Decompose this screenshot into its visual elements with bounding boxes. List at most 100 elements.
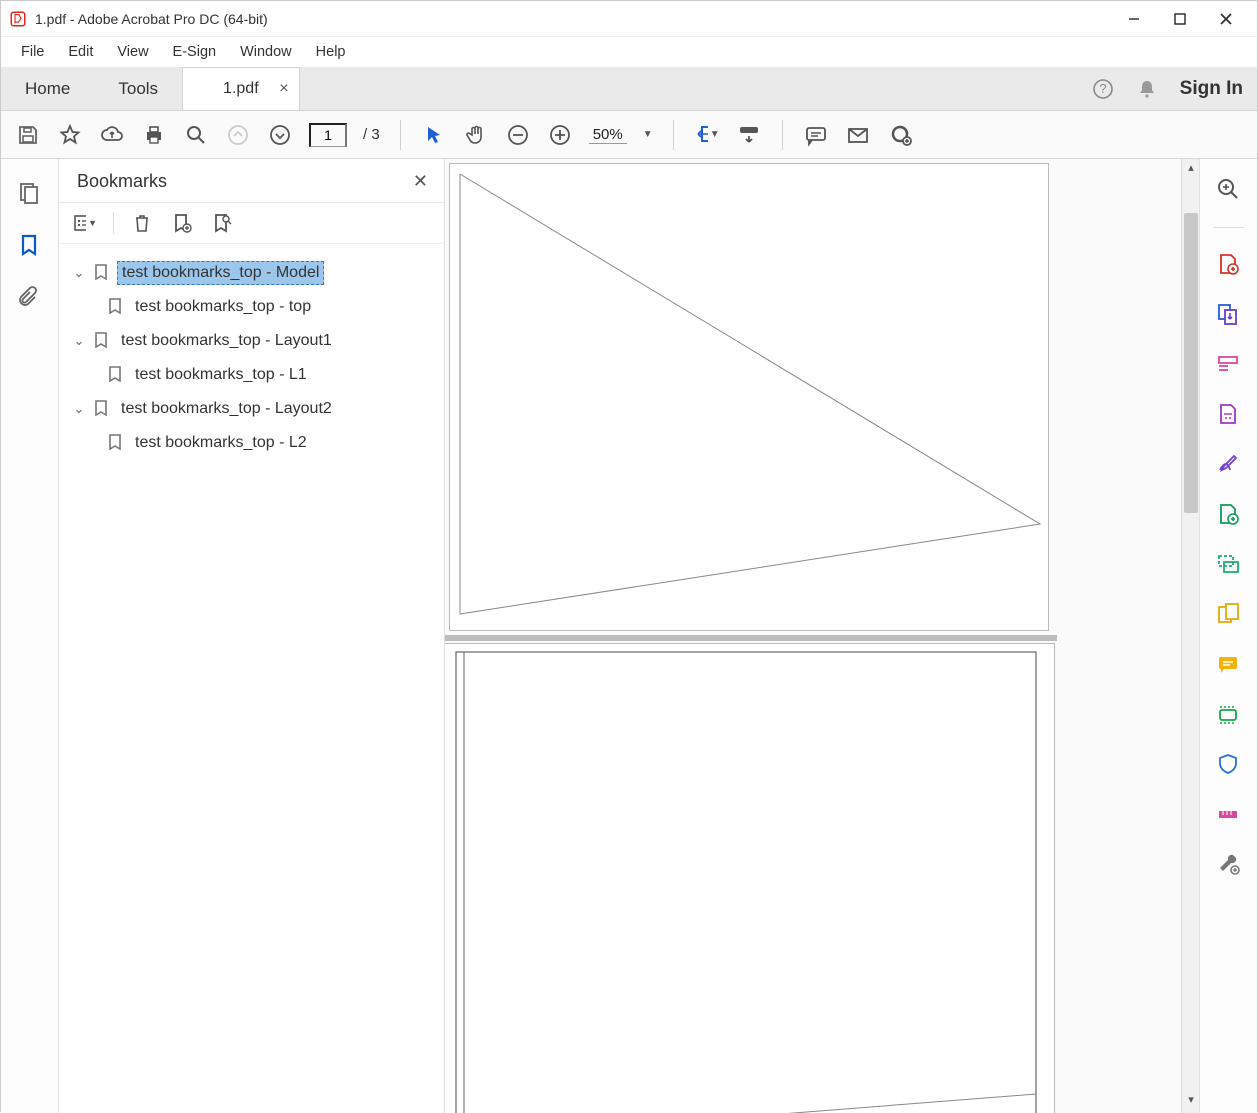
bookmark-icon [107, 434, 125, 452]
select-tool-icon[interactable] [421, 122, 447, 148]
print-icon[interactable] [141, 122, 167, 148]
page-up-icon [225, 122, 251, 148]
page-down-icon[interactable] [267, 122, 293, 148]
chevron-down-icon[interactable]: ⌄ [71, 401, 87, 417]
combine-files-icon[interactable] [1216, 302, 1242, 328]
bookmarks-icon[interactable] [17, 233, 43, 259]
bookmarks-toolbar: ▼ [59, 203, 444, 244]
bookmarks-tree: ⌄ test bookmarks_top - Model test bookma… [59, 244, 444, 472]
chevron-down-icon[interactable]: ⌄ [71, 265, 87, 281]
tab-close-icon[interactable]: × [279, 80, 288, 98]
page-number-input[interactable] [309, 123, 347, 147]
menu-view[interactable]: View [107, 40, 158, 64]
menu-file[interactable]: File [11, 40, 54, 64]
edit-pdf-icon[interactable] [1216, 352, 1242, 378]
fit-width-icon[interactable]: ▼ [694, 122, 720, 148]
chevron-down-icon[interactable]: ⌄ [71, 333, 87, 349]
zoom-in-icon[interactable] [547, 122, 573, 148]
send-comments-icon[interactable] [1216, 552, 1242, 578]
protect-icon[interactable] [1216, 752, 1242, 778]
bookmark-item[interactable]: ⌄ test bookmarks_top - Layout2 [67, 392, 436, 426]
delete-bookmark-icon[interactable] [130, 211, 154, 235]
menu-edit[interactable]: Edit [58, 40, 103, 64]
bookmark-icon [93, 332, 111, 350]
menu-bar: File Edit View E-Sign Window Help [1, 37, 1257, 67]
measure-icon[interactable] [1216, 802, 1242, 828]
scroll-down-icon[interactable]: ▾ [1182, 1093, 1199, 1111]
bookmark-label[interactable]: test bookmarks_top - L2 [131, 432, 311, 454]
bookmark-item[interactable]: test bookmarks_top - L1 [67, 358, 436, 392]
bookmark-item[interactable]: test bookmarks_top - L2 [67, 426, 436, 460]
bookmark-icon [93, 264, 111, 282]
tools-rail [1199, 159, 1257, 1113]
help-icon[interactable]: ? [1092, 78, 1114, 100]
scan-ocr-icon[interactable] [1216, 702, 1242, 728]
zoom-dropdown-icon[interactable]: ▼ [643, 129, 653, 140]
zoom-out-icon[interactable] [505, 122, 531, 148]
bookmark-icon [107, 366, 125, 384]
hand-tool-icon[interactable] [463, 122, 489, 148]
bell-icon[interactable] [1136, 78, 1158, 100]
find-icon[interactable] [183, 122, 209, 148]
bookmark-label[interactable]: test bookmarks_top - Layout1 [117, 330, 336, 352]
minimize-button[interactable] [1111, 3, 1157, 35]
compare-icon[interactable] [1216, 602, 1242, 628]
bookmarks-panel: Bookmarks ✕ ▼ ⌄ test bookmarks_top - Mod… [59, 159, 445, 1113]
tab-home[interactable]: Home [1, 67, 94, 110]
main-area: Bookmarks ✕ ▼ ⌄ test bookmarks_top - Mod… [1, 159, 1257, 1113]
tab-document-label: 1.pdf [223, 80, 259, 98]
window-title: 1.pdf - Adobe Acrobat Pro DC (64-bit) [35, 11, 268, 27]
pdf-page [449, 163, 1049, 631]
tab-document[interactable]: 1.pdf × [182, 67, 300, 110]
star-icon[interactable] [57, 122, 83, 148]
zoom-level[interactable]: 50% [589, 126, 627, 144]
bookmark-icon [107, 298, 125, 316]
search-tool-icon[interactable] [1216, 177, 1242, 203]
scrollbar-thumb[interactable] [1184, 213, 1198, 513]
bookmark-item[interactable]: ⌄ test bookmarks_top - Model [67, 256, 436, 290]
menu-help[interactable]: Help [306, 40, 356, 64]
app-icon [9, 10, 27, 28]
comment-tool-icon[interactable] [1216, 652, 1242, 678]
bookmark-label[interactable]: test bookmarks_top - Layout2 [117, 398, 336, 420]
page-total-label: / 3 [363, 126, 380, 143]
thumbnails-icon[interactable] [17, 181, 43, 207]
create-pdf-icon[interactable] [1216, 252, 1242, 278]
scroll-up-icon[interactable]: ▴ [1182, 161, 1199, 179]
sign-in-button[interactable]: Sign In [1180, 78, 1243, 100]
bookmark-label[interactable]: test bookmarks_top - Model [117, 261, 324, 285]
bookmark-item[interactable]: ⌄ test bookmarks_top - Layout1 [67, 324, 436, 358]
document-view[interactable]: ▴ ▾ [445, 159, 1199, 1113]
find-bookmark-icon[interactable] [210, 211, 234, 235]
save-icon[interactable] [15, 122, 41, 148]
pdf-page [445, 643, 1055, 1113]
menu-esign[interactable]: E-Sign [163, 40, 227, 64]
bookmark-label[interactable]: test bookmarks_top - top [131, 296, 315, 318]
toolbar-separator [400, 120, 401, 150]
main-toolbar: / 3 50% ▼ ▼ [1, 111, 1257, 159]
comment-icon[interactable] [803, 122, 829, 148]
bookmarks-close-icon[interactable]: ✕ [413, 171, 428, 192]
share-icon[interactable] [887, 122, 913, 148]
bookmark-icon [93, 400, 111, 418]
bookmark-label[interactable]: test bookmarks_top - L1 [131, 364, 311, 386]
attachments-icon[interactable] [17, 285, 43, 311]
scroll-mode-icon[interactable] [736, 122, 762, 148]
bookmark-item[interactable]: test bookmarks_top - top [67, 290, 436, 324]
vertical-scrollbar[interactable]: ▴ ▾ [1181, 159, 1199, 1113]
tab-bar: Home Tools 1.pdf × ? Sign In [1, 67, 1257, 111]
organize-pages-icon[interactable] [1216, 502, 1242, 528]
tab-tools[interactable]: Tools [94, 67, 182, 110]
rail-separator [1214, 227, 1244, 228]
maximize-button[interactable] [1157, 3, 1203, 35]
new-bookmark-icon[interactable] [170, 211, 194, 235]
mail-icon[interactable] [845, 122, 871, 148]
menu-window[interactable]: Window [230, 40, 302, 64]
export-pdf-icon[interactable] [1216, 402, 1242, 428]
toolbar-separator [673, 120, 674, 150]
fill-sign-icon[interactable] [1216, 452, 1242, 478]
bookmark-options-icon[interactable]: ▼ [73, 211, 97, 235]
more-tools-icon[interactable] [1216, 852, 1242, 878]
close-button[interactable] [1203, 3, 1249, 35]
cloud-upload-icon[interactable] [99, 122, 125, 148]
